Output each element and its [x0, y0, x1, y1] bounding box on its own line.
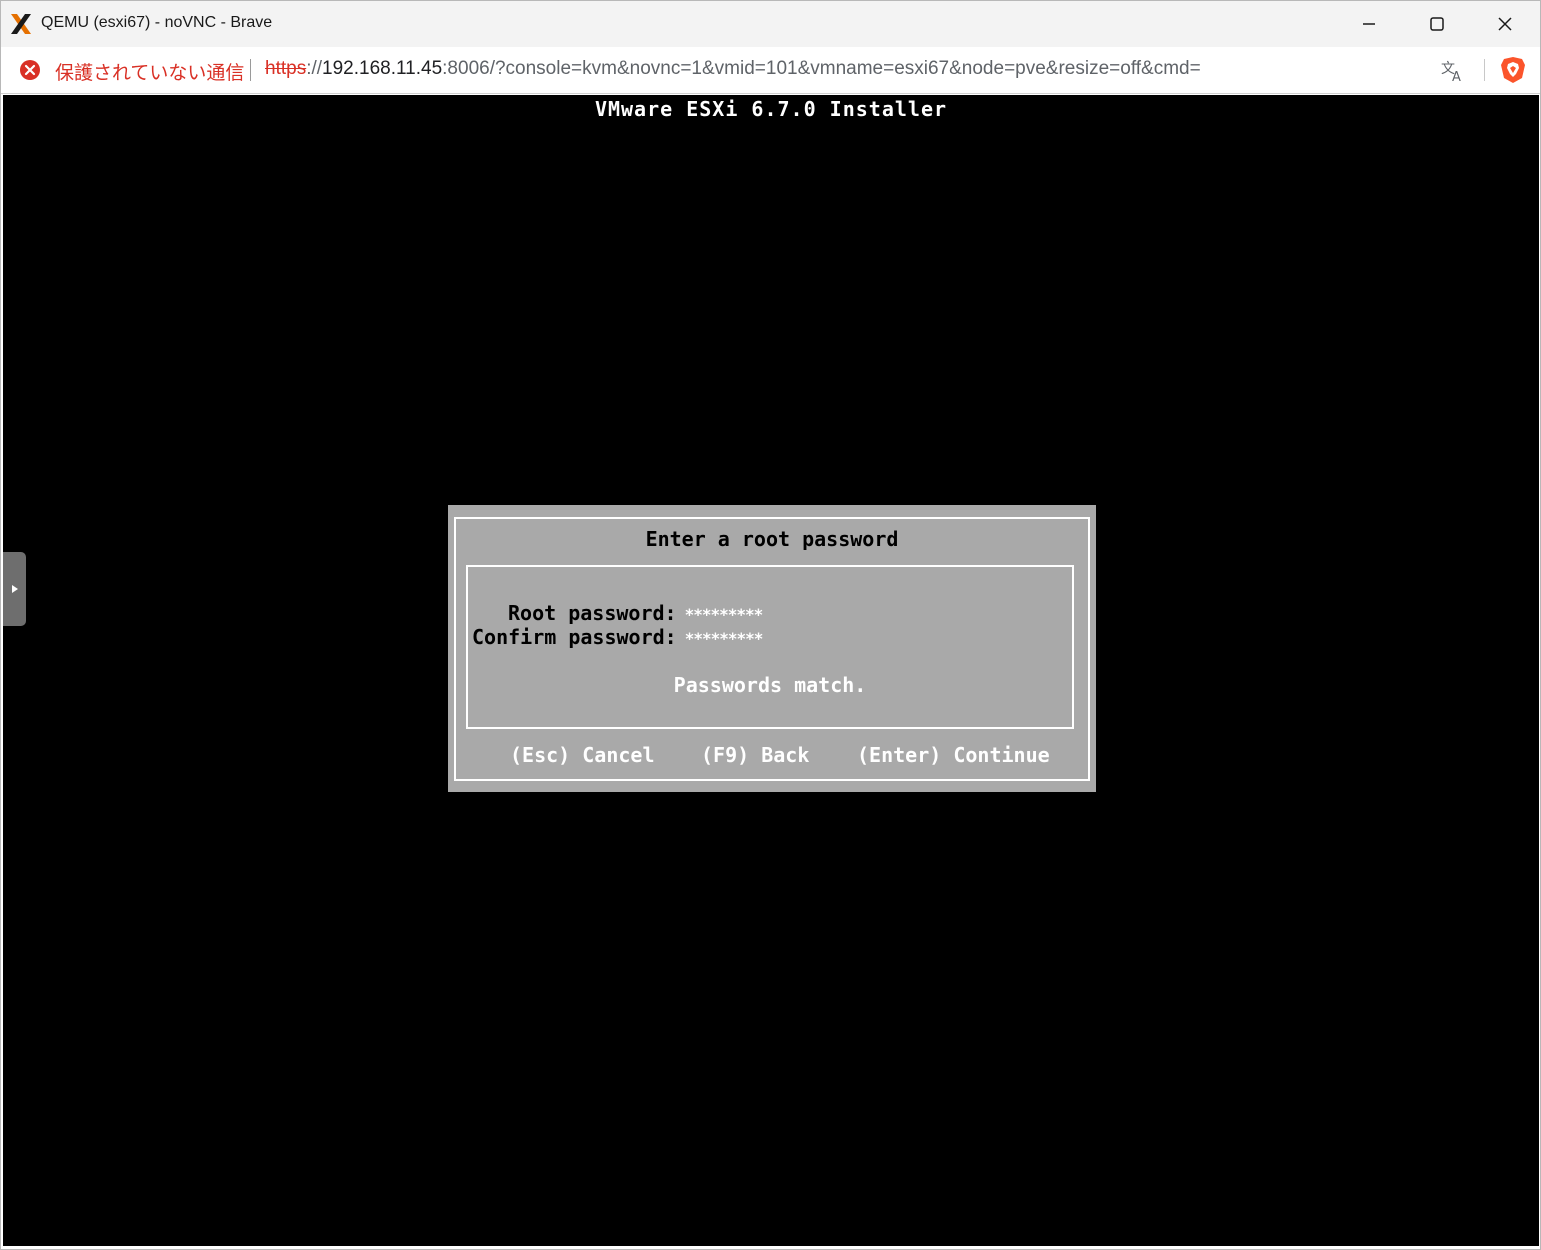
minimize-button[interactable]	[1335, 1, 1403, 47]
cancel-action[interactable]: (Esc) Cancel	[510, 743, 655, 767]
close-icon	[1497, 16, 1513, 32]
root-password-label: Root password:	[508, 601, 677, 625]
window-bottom-edge	[1, 1246, 1540, 1249]
not-secure-icon[interactable]	[19, 59, 41, 81]
novnc-control-bar-handle[interactable]	[3, 552, 26, 626]
vnc-console-canvas[interactable]: VMware ESXi 6.7.0 Installer Enter a root…	[3, 95, 1539, 1246]
root-password-field[interactable]: *********	[685, 605, 764, 624]
divider	[1484, 59, 1485, 81]
confirm-password-field[interactable]: *********	[685, 629, 764, 648]
confirm-password-row[interactable]: Confirm password: *********	[472, 625, 764, 649]
maximize-button[interactable]	[1403, 1, 1471, 47]
password-status: Passwords match.	[673, 673, 867, 697]
divider	[250, 59, 251, 81]
proxmox-x-icon	[9, 12, 33, 36]
browser-window: QEMU (esxi67) - noVNC - Brave 保護されていない通信	[0, 0, 1541, 1250]
dialog-title: Enter a root password	[645, 527, 899, 551]
security-status-label[interactable]: 保護されていない通信	[55, 58, 244, 85]
installer-title: VMware ESXi 6.7.0 Installer	[594, 97, 948, 121]
root-password-row[interactable]: Root password: *********	[508, 601, 764, 625]
brave-shields-icon[interactable]	[1500, 56, 1526, 84]
password-fields-box: Root password: ********* Confirm password…	[466, 565, 1074, 729]
url-scheme: https	[265, 58, 307, 79]
chevron-right-icon	[11, 584, 19, 594]
svg-text:A: A	[1452, 70, 1461, 84]
confirm-password-label: Confirm password:	[472, 625, 677, 649]
close-button[interactable]	[1471, 1, 1539, 47]
url-field[interactable]: https://192.168.11.45:8006/?console=kvm&…	[265, 58, 1201, 80]
root-password-dialog: Enter a root password Root password: ****…	[448, 505, 1096, 792]
window-title: QEMU (esxi67) - noVNC - Brave	[41, 14, 273, 31]
title-bar: QEMU (esxi67) - noVNC - Brave	[1, 1, 1540, 47]
url-path: :8006/?console=kvm&novnc=1&vmid=101&vmna…	[442, 58, 1201, 79]
minimize-icon	[1361, 16, 1377, 32]
url-host: 192.168.11.45	[322, 58, 443, 79]
translate-icon[interactable]: 文 A	[1440, 58, 1466, 85]
maximize-icon	[1429, 16, 1445, 32]
back-action[interactable]: (F9) Back	[701, 743, 809, 767]
address-bar[interactable]: 保護されていない通信 https://192.168.11.45:8006/?c…	[1, 47, 1540, 94]
continue-action[interactable]: (Enter) Continue	[857, 743, 1050, 767]
url-separator: ://	[306, 58, 323, 79]
